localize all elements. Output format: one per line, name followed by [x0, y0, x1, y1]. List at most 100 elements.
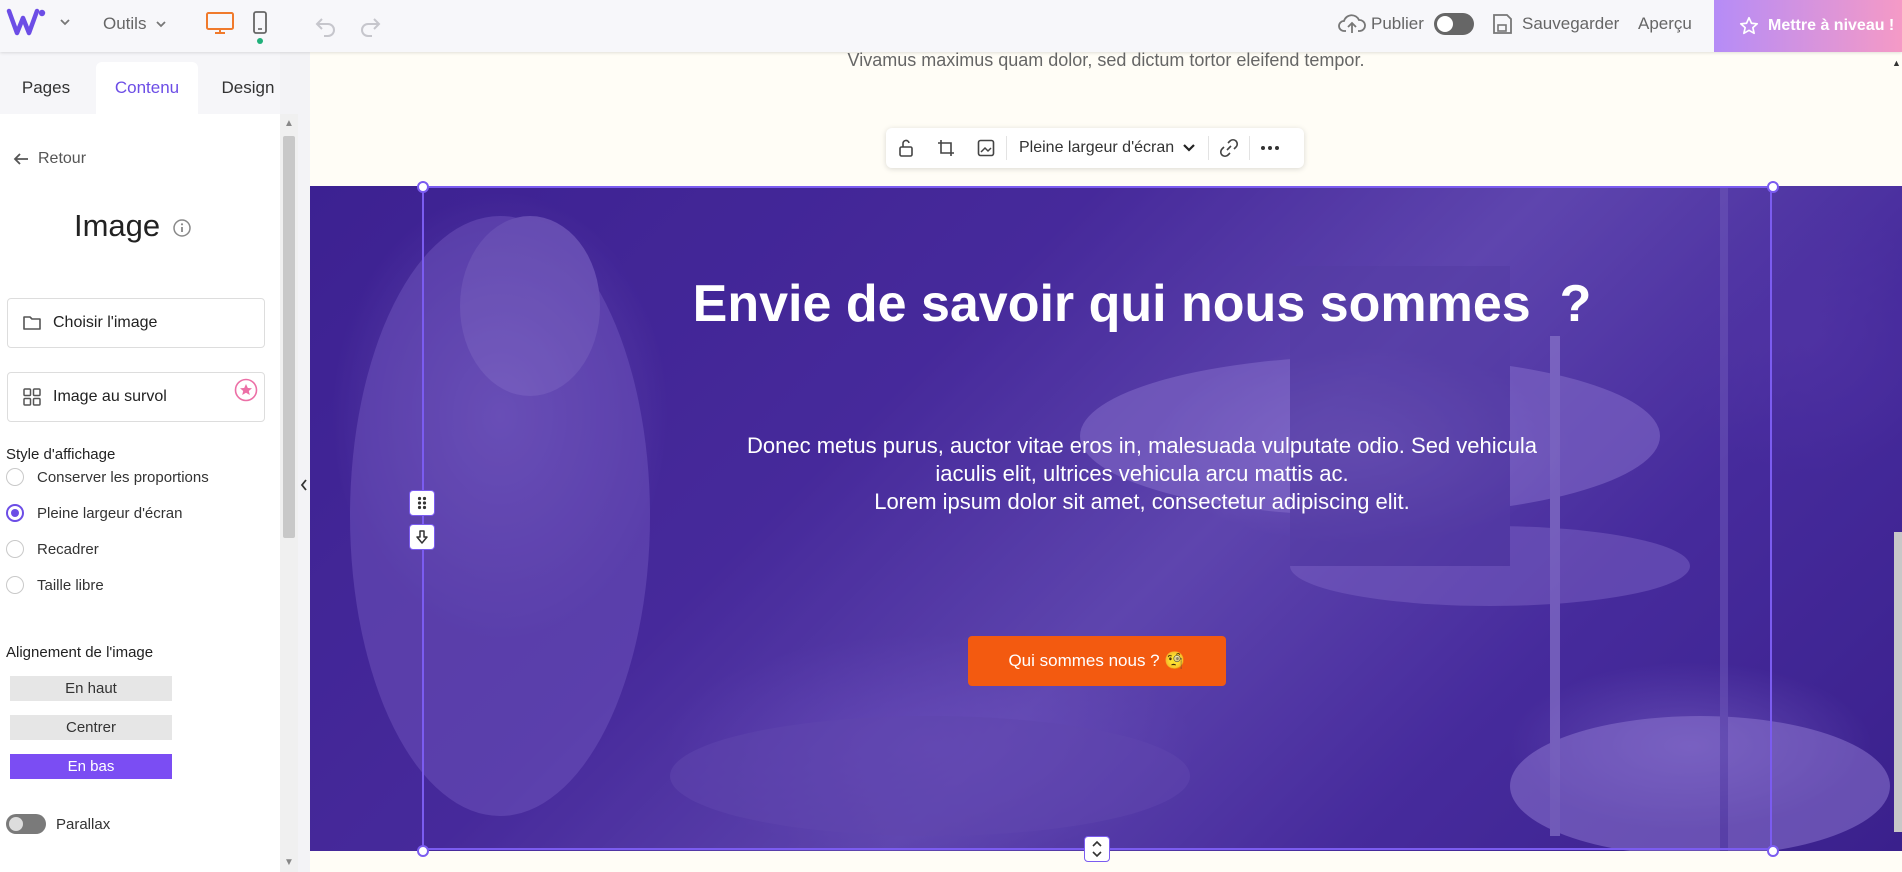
panel-scrollbar[interactable]: ▲ ▼ [280, 114, 298, 872]
preview-button[interactable]: Aperçu [1638, 14, 1692, 34]
publish-label: Publier [1371, 14, 1424, 33]
back-label: Retour [38, 150, 87, 167]
hover-image-button[interactable]: Image au survol [7, 372, 265, 422]
scroll-thumb[interactable] [283, 136, 295, 538]
align-top-button[interactable]: En haut [10, 676, 172, 701]
preview-label: Aperçu [1638, 14, 1692, 33]
radio-full-width[interactable]: Pleine largeur d'écran [6, 504, 182, 522]
chevron-left-icon [300, 479, 307, 491]
chevron-down-icon [1183, 144, 1195, 152]
tab-pages[interactable]: Pages [0, 62, 92, 114]
upgrade-label: Mettre à niveau ! [1768, 17, 1895, 34]
panel-title: Image [74, 208, 161, 243]
desktop-view-button[interactable] [205, 10, 235, 36]
desktop-icon [206, 12, 234, 34]
canvas-scroll-up-arrow[interactable]: ▲ [1892, 58, 1901, 68]
radio-button[interactable] [6, 540, 24, 558]
toggle-knob [1436, 16, 1453, 32]
scroll-down-arrow[interactable]: ▼ [284, 857, 294, 868]
radio-label: Taille libre [37, 576, 104, 594]
mobile-indicator-dot [257, 38, 263, 44]
unlock-icon [899, 139, 913, 157]
save-icon [1493, 14, 1512, 34]
radio-label: Pleine largeur d'écran [37, 504, 183, 522]
radio-label: Conserver les proportions [37, 468, 209, 486]
back-link[interactable]: Retour [12, 150, 86, 168]
editor-canvas: Vivamus maximus quam dolor, sed dictum t… [310, 52, 1902, 872]
save-button[interactable]: Sauvegarder [1490, 12, 1619, 36]
crop-button[interactable] [926, 128, 966, 168]
grid-icon [23, 388, 41, 406]
unlock-button[interactable] [886, 128, 926, 168]
radio-button-checked[interactable] [6, 504, 24, 522]
undo-button[interactable] [313, 12, 339, 38]
radio-button[interactable] [6, 576, 24, 594]
align-bottom-button[interactable]: En bas [10, 754, 172, 779]
collapse-panel-handle[interactable] [298, 470, 310, 500]
radio-button[interactable] [6, 468, 24, 486]
drag-dots-icon [417, 496, 427, 510]
wix-logo-icon [6, 8, 46, 36]
chevron-down-icon [156, 21, 167, 28]
parallax-label: Parallax [56, 815, 111, 833]
chevron-down-icon [60, 19, 70, 26]
resize-vertical-icon [1092, 840, 1102, 858]
mobile-view-button[interactable] [252, 10, 268, 44]
alignment-label: Alignement de l'image [6, 644, 154, 661]
arrow-left-icon [13, 153, 28, 165]
resize-handle[interactable] [417, 181, 429, 193]
image-settings-button[interactable] [966, 128, 1006, 168]
save-label: Sauvegarder [1522, 14, 1620, 33]
panel-title-row: Image [74, 208, 192, 244]
image-frame-icon [977, 139, 995, 157]
content-panel: Retour Image Choisir l'image Image au su… [0, 114, 280, 872]
radio-free-size[interactable]: Taille libre [6, 576, 104, 594]
cloud-upload-icon [1338, 14, 1366, 33]
height-resize-handle[interactable] [1084, 836, 1110, 862]
folder-icon [23, 316, 41, 330]
tab-contenu[interactable]: Contenu [96, 62, 198, 114]
mobile-icon [253, 11, 267, 34]
scroll-up-arrow[interactable]: ▲ [284, 118, 294, 129]
drag-handle[interactable] [409, 490, 435, 516]
selection-frame [422, 186, 1772, 850]
display-style-label: Style d'affichage [6, 446, 116, 463]
premium-star-icon [234, 378, 258, 402]
redo-button[interactable] [357, 12, 383, 38]
section-body-text[interactable]: Vivamus maximus quam dolor, sed dictum t… [310, 52, 1902, 71]
canvas-scrollbar-thumb[interactable] [1894, 532, 1902, 832]
logo-menu[interactable] [6, 6, 72, 38]
parallax-toggle-row[interactable]: Parallax [6, 814, 110, 834]
panel-tabs: Pages Contenu Design [0, 62, 280, 114]
crop-icon [938, 140, 954, 156]
resize-handle[interactable] [1767, 845, 1779, 857]
upgrade-button[interactable]: Mettre à niveau ! [1714, 0, 1902, 52]
choose-image-label: Choisir l'image [53, 314, 158, 331]
star-icon [1739, 16, 1759, 35]
radio-keep-proportions[interactable]: Conserver les proportions [6, 468, 209, 486]
element-toolbar: Pleine largeur d'écran [886, 128, 1304, 168]
publish-toggle[interactable] [1433, 13, 1474, 35]
link-button[interactable] [1209, 128, 1249, 168]
redo-icon [361, 18, 381, 37]
top-bar: Outils Publier Sauvegarder Aperçu Mettre… [0, 0, 1902, 52]
info-icon[interactable] [172, 218, 192, 238]
choose-image-button[interactable]: Choisir l'image [7, 298, 265, 348]
radio-label: Recadrer [37, 540, 99, 558]
width-mode-dropdown[interactable]: Pleine largeur d'écran [1007, 139, 1208, 157]
parallax-toggle[interactable] [6, 814, 46, 834]
link-icon [1220, 138, 1239, 158]
resize-handle[interactable] [417, 845, 429, 857]
radio-crop[interactable]: Recadrer [6, 540, 99, 558]
tab-design[interactable]: Design [200, 62, 296, 114]
tools-menu[interactable]: Outils [103, 14, 168, 34]
publish-control[interactable]: Publier [1338, 12, 1474, 36]
more-horizontal-icon [1261, 146, 1280, 150]
more-options-button[interactable] [1250, 128, 1290, 168]
tools-label: Outils [103, 14, 147, 33]
width-mode-label: Pleine largeur d'écran [1019, 139, 1175, 156]
resize-handle[interactable] [1767, 181, 1779, 193]
move-down-button[interactable] [409, 524, 435, 550]
align-center-button[interactable]: Centrer [10, 715, 172, 740]
arrow-down-icon [416, 530, 428, 544]
